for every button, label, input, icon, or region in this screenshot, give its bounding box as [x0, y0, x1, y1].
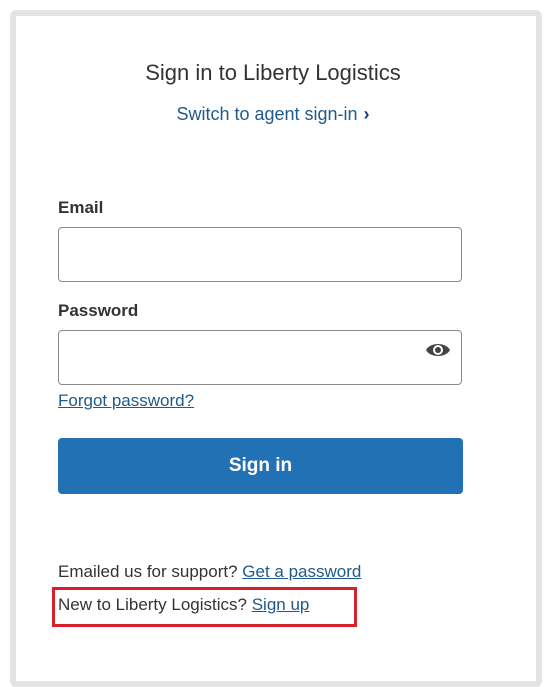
support-line: Emailed us for support? Get a password: [58, 562, 361, 582]
chevron-right-icon: ›: [363, 104, 370, 124]
forgot-password-link[interactable]: Forgot password?: [58, 391, 194, 411]
get-password-link[interactable]: Get a password: [242, 562, 361, 581]
password-field[interactable]: [58, 330, 462, 385]
highlight-annotation: [52, 587, 357, 627]
switch-to-agent-signin-link[interactable]: Switch to agent sign-in ›: [0, 104, 546, 125]
email-label: Email: [58, 198, 104, 217]
switch-to-agent-signin-label: Switch to agent sign-in: [176, 104, 358, 124]
page-title: Sign in to Liberty Logistics: [145, 60, 401, 85]
eye-icon[interactable]: [425, 340, 451, 360]
email-field[interactable]: [58, 227, 462, 282]
support-text: Emailed us for support?: [58, 562, 238, 581]
sign-in-button[interactable]: Sign in: [58, 438, 463, 494]
password-label: Password: [58, 301, 139, 320]
